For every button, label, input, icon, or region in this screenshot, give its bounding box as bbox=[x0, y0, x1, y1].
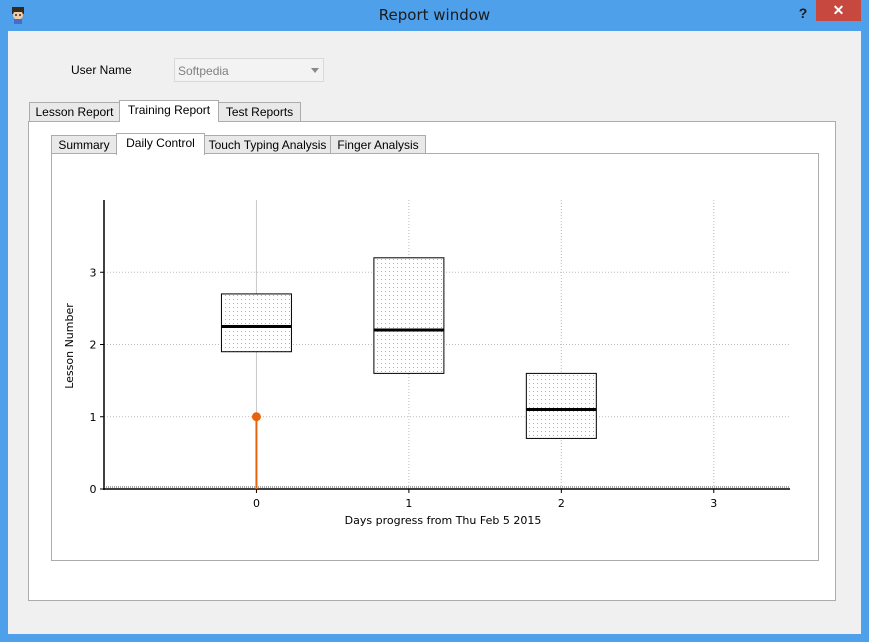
y-tick-label: 2 bbox=[90, 339, 97, 352]
tab-training-report[interactable]: Training Report bbox=[119, 100, 219, 122]
user-name-label: User Name bbox=[71, 63, 132, 77]
tab-summary[interactable]: Summary bbox=[51, 135, 117, 155]
daily-control-panel: 0 1 2 3 0 1 2 3 Days progress from Thu Feb 5 20… bbox=[51, 153, 819, 561]
help-button[interactable]: ? bbox=[792, 3, 814, 23]
tab-test-reports[interactable]: Test Reports bbox=[218, 102, 301, 122]
window-client-area: User Name Softpedia Lesson Report Traini… bbox=[8, 31, 861, 634]
report-window: Report window ? ✕ User Name Softpedia Le… bbox=[0, 0, 869, 642]
y-tick-label: 1 bbox=[90, 411, 97, 424]
user-name-value: Softpedia bbox=[178, 64, 229, 78]
x-tick-label: 3 bbox=[710, 497, 717, 510]
y-tick-label: 3 bbox=[90, 266, 97, 279]
close-button[interactable]: ✕ bbox=[816, 0, 861, 21]
tab-touch-typing-analysis[interactable]: Touch Typing Analysis bbox=[204, 135, 331, 155]
box-plot-box bbox=[525, 372, 597, 439]
x-axis-label: Days progress from Thu Feb 5 2015 bbox=[345, 514, 542, 527]
tab-finger-analysis[interactable]: Finger Analysis bbox=[330, 135, 426, 155]
x-tick-label: 1 bbox=[405, 497, 412, 510]
user-name-dropdown[interactable]: Softpedia bbox=[174, 58, 324, 82]
chevron-down-icon bbox=[311, 68, 319, 73]
title-bar: Report window ? ✕ bbox=[0, 0, 869, 31]
y-tick-label: 0 bbox=[90, 483, 97, 496]
window-title: Report window bbox=[378, 6, 491, 24]
x-tick-label: 2 bbox=[558, 497, 565, 510]
stem-point bbox=[251, 412, 261, 422]
tab-lesson-report[interactable]: Lesson Report bbox=[29, 102, 120, 122]
training-report-panel: Summary Daily Control Touch Typing Analy… bbox=[28, 121, 836, 601]
tab-daily-control[interactable]: Daily Control bbox=[116, 133, 205, 155]
box-plot-box bbox=[220, 293, 292, 353]
daily-control-chart: 0 1 2 3 0 1 2 3 Days progress from Thu Feb 5 20… bbox=[63, 200, 790, 527]
y-axis-label: Lesson Number bbox=[63, 303, 76, 389]
box-plot-box bbox=[373, 257, 445, 374]
x-tick-label: 0 bbox=[253, 497, 260, 510]
